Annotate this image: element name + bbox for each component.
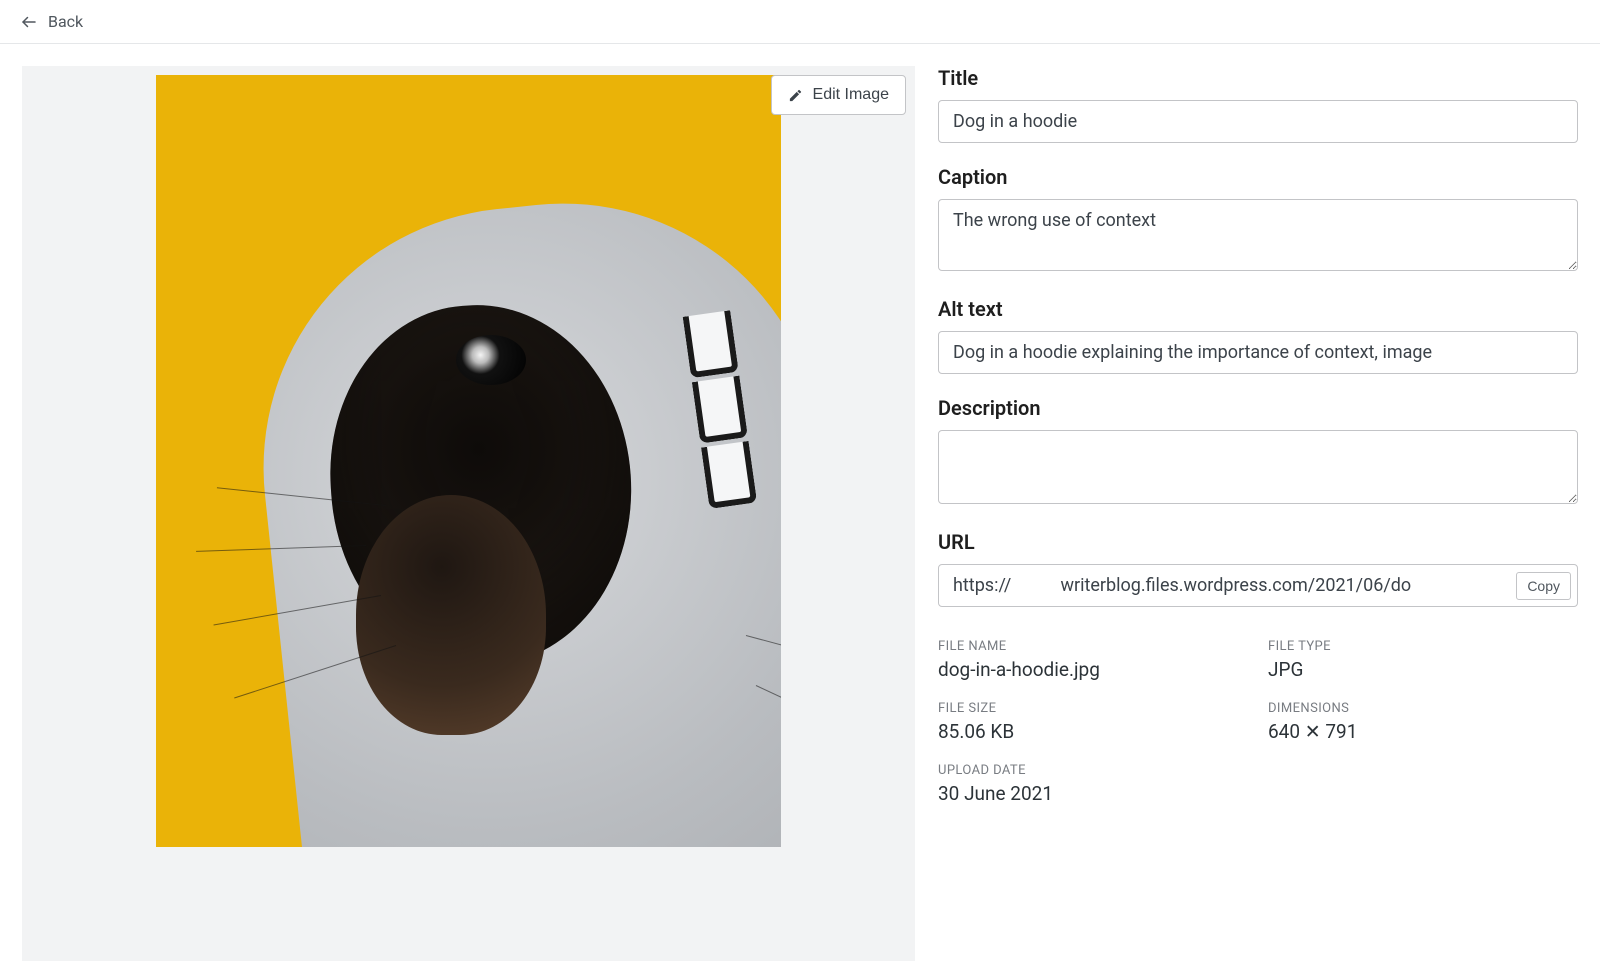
meta-file-size-value: 85.06 KB bbox=[938, 720, 1248, 743]
topbar: Back bbox=[0, 0, 1600, 44]
preview-canvas: Edit Image bbox=[22, 66, 915, 961]
title-field: Title bbox=[938, 66, 1578, 143]
meta-dimensions: DIMENSIONS 640 ✕ 791 bbox=[1268, 701, 1578, 743]
meta-file-name: FILE NAME dog-in-a-hoodie.jpg bbox=[938, 639, 1248, 681]
url-label: URL bbox=[938, 530, 1578, 554]
pencil-icon bbox=[788, 88, 803, 103]
title-label: Title bbox=[938, 66, 1578, 90]
meta-file-type-value: JPG bbox=[1268, 658, 1578, 681]
meta-upload-date-label: UPLOAD DATE bbox=[938, 763, 1248, 778]
title-input[interactable] bbox=[938, 100, 1578, 143]
copy-url-button[interactable]: Copy bbox=[1516, 572, 1571, 600]
description-input[interactable] bbox=[938, 430, 1578, 504]
details-sidebar: Title Caption Alt text Description URL C… bbox=[920, 44, 1600, 976]
caption-field: Caption bbox=[938, 165, 1578, 275]
meta-file-type: FILE TYPE JPG bbox=[1268, 639, 1578, 681]
meta-file-size: FILE SIZE 85.06 KB bbox=[938, 701, 1248, 743]
meta-file-name-label: FILE NAME bbox=[938, 639, 1248, 654]
meta-dimensions-value: 640 ✕ 791 bbox=[1268, 720, 1578, 743]
back-label: Back bbox=[48, 12, 83, 31]
url-input[interactable] bbox=[953, 569, 1516, 602]
meta-file-name-value: dog-in-a-hoodie.jpg bbox=[938, 658, 1248, 681]
alt-text-field: Alt text bbox=[938, 297, 1578, 374]
url-input-wrap: Copy bbox=[938, 564, 1578, 607]
alt-text-input[interactable] bbox=[938, 331, 1578, 374]
meta-upload-date: UPLOAD DATE 30 June 2021 bbox=[938, 763, 1248, 805]
alt-text-label: Alt text bbox=[938, 297, 1578, 321]
edit-image-button[interactable]: Edit Image bbox=[771, 75, 906, 115]
caption-input[interactable] bbox=[938, 199, 1578, 271]
arrow-left-icon bbox=[20, 13, 38, 31]
description-field: Description bbox=[938, 396, 1578, 508]
content: Edit Image Title Caption Alt text Descri… bbox=[0, 44, 1600, 976]
file-meta: FILE NAME dog-in-a-hoodie.jpg FILE TYPE … bbox=[938, 639, 1578, 805]
url-field: URL Copy bbox=[938, 530, 1578, 607]
meta-file-size-label: FILE SIZE bbox=[938, 701, 1248, 716]
preview-column: Edit Image bbox=[0, 44, 920, 976]
caption-label: Caption bbox=[938, 165, 1578, 189]
edit-image-label: Edit Image bbox=[813, 86, 889, 104]
meta-dimensions-label: DIMENSIONS bbox=[1268, 701, 1578, 716]
description-label: Description bbox=[938, 396, 1578, 420]
meta-upload-date-value: 30 June 2021 bbox=[938, 782, 1248, 805]
media-preview-image bbox=[156, 75, 781, 847]
meta-file-type-label: FILE TYPE bbox=[1268, 639, 1578, 654]
back-button[interactable]: Back bbox=[20, 12, 83, 31]
